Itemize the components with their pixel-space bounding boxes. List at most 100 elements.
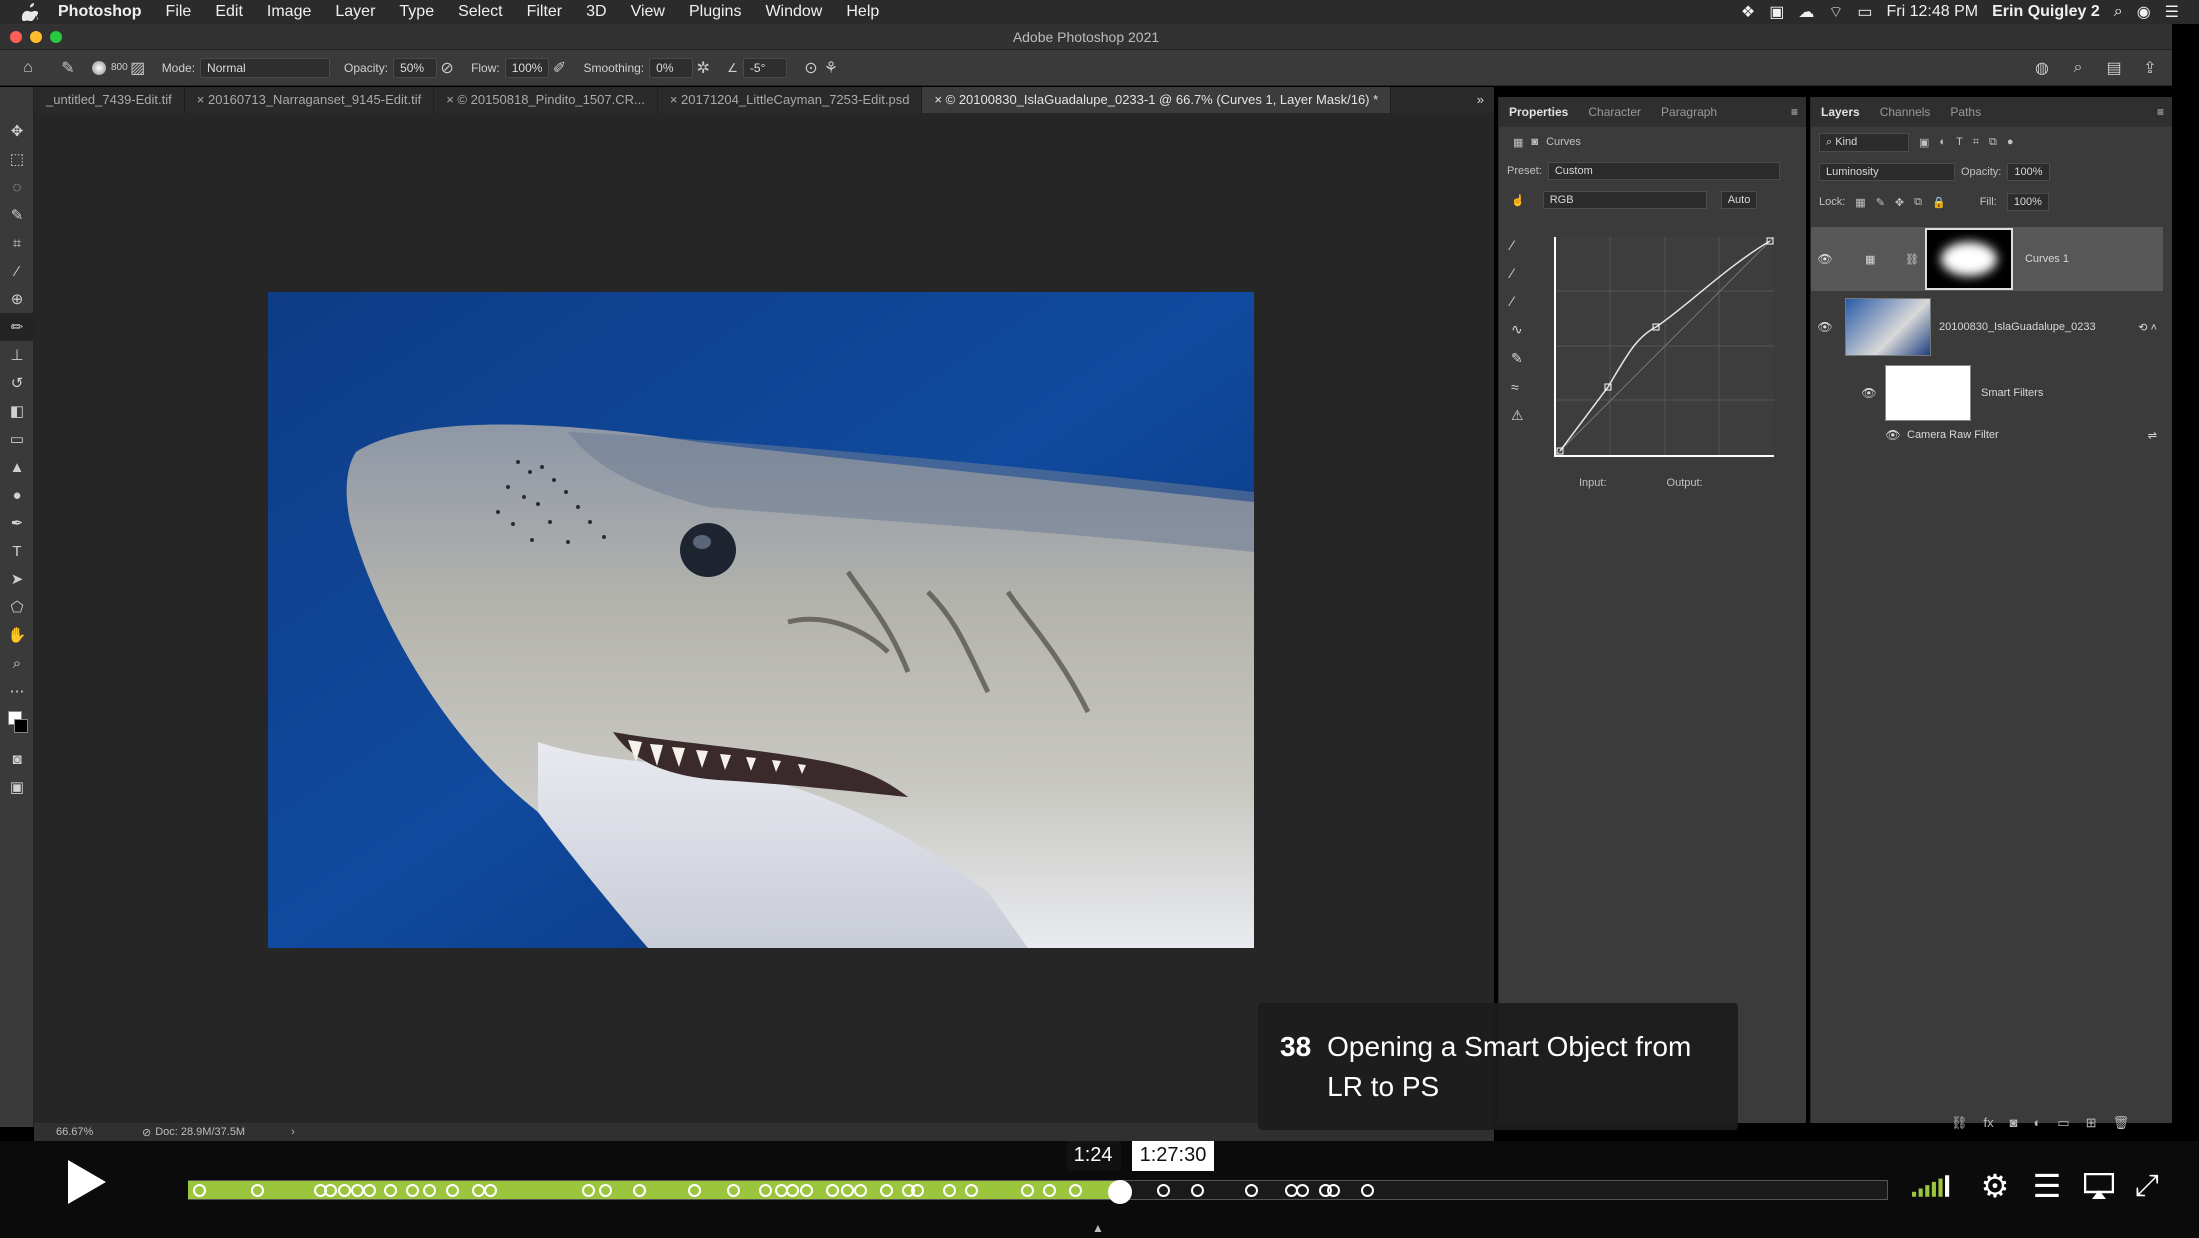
layer-row-curves[interactable]: 👁 ▦ ⛓ Curves 1 xyxy=(1811,227,2163,291)
apple-icon[interactable] xyxy=(22,3,38,21)
move-tool-icon[interactable]: ✥ xyxy=(0,117,34,145)
marquee-tool-icon[interactable]: ⬚ xyxy=(0,145,34,173)
doc-tab[interactable]: × 20171204_LittleCayman_7253-Edit.psd xyxy=(658,87,923,113)
tab-close-icon[interactable]: × xyxy=(197,92,208,107)
play-icon[interactable] xyxy=(60,1156,112,1208)
volume-icon[interactable] xyxy=(1912,1167,1950,1205)
panel-menu-icon[interactable]: ≡ xyxy=(2157,105,2172,119)
filter-pixel-icon[interactable]: ▣ xyxy=(1919,136,1929,149)
home-icon[interactable]: ⌂ xyxy=(18,58,38,78)
black-point-eyedropper-icon[interactable]: ⁄ xyxy=(1511,237,1524,253)
curves-graph[interactable] xyxy=(1554,236,1775,457)
eye-icon[interactable]: 👁 xyxy=(1883,428,1903,442)
tab-character[interactable]: Character xyxy=(1578,105,1651,119)
tab-close-icon[interactable]: × xyxy=(446,92,457,107)
white-point-eyedropper-icon[interactable]: ⁄ xyxy=(1511,293,1524,309)
link-layers-icon[interactable]: ⛓ xyxy=(1951,1115,1968,1131)
filter-type-icon[interactable]: T xyxy=(1956,136,1963,148)
chapter-marker[interactable] xyxy=(193,1184,207,1197)
fullscreen-icon[interactable]: ⤢ xyxy=(2128,1167,2166,1205)
adjustment-layer-icon[interactable]: ◐ xyxy=(2034,1115,2042,1131)
lock-paint-icon[interactable]: ✎ xyxy=(1876,196,1885,209)
menu-file[interactable]: File xyxy=(154,3,204,21)
gradient-tool-icon[interactable]: ▭ xyxy=(0,425,34,453)
brush-tool-icon[interactable]: ✏ xyxy=(0,313,34,341)
lasso-tool-icon[interactable]: ◌ xyxy=(0,173,34,201)
scrubber-handle[interactable] xyxy=(1107,1180,1132,1204)
pen-tool-icon[interactable]: ✒ xyxy=(0,509,34,537)
eye-icon[interactable]: 👁 xyxy=(1859,386,1879,400)
lock-all-icon[interactable]: 🔒 xyxy=(1932,196,1946,209)
search-icon[interactable]: ⌕ xyxy=(2114,3,2123,21)
siri-icon[interactable]: ◉ xyxy=(2137,2,2151,22)
panel-menu-icon[interactable]: ≡ xyxy=(1791,105,1806,119)
chapter-marker[interactable] xyxy=(1068,1184,1082,1197)
tab-channels[interactable]: Channels xyxy=(1870,105,1941,119)
zoom-tool-icon[interactable]: ⌕ xyxy=(0,649,34,677)
pressure-opacity-icon[interactable]: ⊘ xyxy=(437,58,457,78)
brush-settings-icon[interactable]: ▨ xyxy=(128,58,148,78)
stamp-tool-icon[interactable]: ⊥ xyxy=(0,341,34,369)
chapter-marker[interactable] xyxy=(1327,1184,1340,1197)
filter-toggle-icon[interactable]: ● xyxy=(2007,136,2014,148)
curve-pencil-icon[interactable]: ✎ xyxy=(1511,350,1524,367)
color-swatches[interactable] xyxy=(0,705,34,745)
quick-select-tool-icon[interactable]: ✎ xyxy=(0,201,34,229)
chapter-marker[interactable] xyxy=(1043,1184,1057,1197)
layer-row-smart-object[interactable]: 👁 20100830_IslaGuadalupe_0233 ⟲ ˄ xyxy=(1811,295,2163,359)
filter-options-icon[interactable]: ⇌ xyxy=(2148,429,2163,442)
user-name[interactable]: Erin Quigley 2 xyxy=(1992,3,2100,21)
type-tool-icon[interactable]: T xyxy=(0,537,34,565)
hand-tool-icon[interactable]: ✋ xyxy=(0,621,34,649)
chapter-marker[interactable] xyxy=(405,1184,419,1197)
chapter-marker[interactable] xyxy=(879,1184,893,1197)
chapter-marker[interactable] xyxy=(1021,1184,1034,1197)
dropbox-icon[interactable]: ❖ xyxy=(1741,2,1755,22)
wifi-icon[interactable]: ⌔ xyxy=(1828,2,1843,22)
delete-layer-icon[interactable]: 🗑 xyxy=(2113,1115,2130,1131)
flow-input[interactable]: 100% xyxy=(504,57,550,78)
chapter-marker[interactable] xyxy=(1361,1184,1374,1197)
smoothing-input[interactable]: 0% xyxy=(649,57,694,78)
menu-edit[interactable]: Edit xyxy=(203,3,255,21)
blend-mode-select[interactable]: Luminosity xyxy=(1819,163,1955,181)
menu-image[interactable]: Image xyxy=(255,3,323,21)
search-icon[interactable]: ⌕ xyxy=(2068,58,2088,78)
chapter-marker[interactable] xyxy=(800,1184,813,1197)
layer-filter-select[interactable]: ⌕ Kind xyxy=(1819,132,1909,152)
preset-select[interactable]: Custom xyxy=(1547,162,1780,180)
auto-button[interactable]: Auto xyxy=(1720,191,1758,209)
clock-text[interactable]: Fri 12:48 PM xyxy=(1887,3,1979,21)
layer-fx-icon[interactable]: fx xyxy=(1984,1115,1994,1131)
chapter-marker[interactable] xyxy=(324,1184,337,1197)
new-layer-icon[interactable]: ⊞ xyxy=(2086,1115,2097,1131)
menu-3d[interactable]: 3D xyxy=(574,3,618,21)
shark-photo[interactable] xyxy=(268,292,1254,948)
doc-tab[interactable]: _untitled_7439-Edit.tif xyxy=(34,87,185,113)
crop-tool-icon[interactable]: ⌗ xyxy=(0,229,34,257)
chapter-marker[interactable] xyxy=(825,1184,839,1197)
tab-layers[interactable]: Layers xyxy=(1811,105,1870,119)
chapter-marker[interactable] xyxy=(483,1184,497,1197)
chapter-marker[interactable] xyxy=(422,1184,436,1197)
app-menu[interactable]: Photoshop xyxy=(46,3,154,21)
mode-select[interactable]: Normal xyxy=(200,57,331,78)
brush-tool-icon[interactable]: ✎ xyxy=(58,58,78,78)
target-adjust-icon[interactable]: ☝ xyxy=(1511,194,1525,207)
eyedropper-tool-icon[interactable]: ⁄ xyxy=(0,257,34,285)
curve-point-icon[interactable]: ∿ xyxy=(1511,321,1524,338)
tab-properties[interactable]: Properties xyxy=(1499,105,1578,119)
symmetry-icon[interactable]: ⚘ xyxy=(821,58,841,78)
display-icon[interactable]: ▭ xyxy=(1857,2,1872,22)
status-app-icon[interactable]: ▣ xyxy=(1769,2,1784,22)
chapter-marker[interactable] xyxy=(1191,1184,1204,1197)
doc-tab[interactable]: × 20160713_Narraganset_9145-Edit.tif xyxy=(185,87,435,113)
doc-tab[interactable]: × © 20150818_Pindito_1507.CR... xyxy=(434,87,658,113)
filter-smart-icon[interactable]: ⧉ xyxy=(1989,136,1997,149)
chapter-marker[interactable] xyxy=(250,1184,264,1197)
eye-icon[interactable]: 👁 xyxy=(1815,252,1835,266)
layer-mask-icon[interactable]: ◙ xyxy=(1531,136,1538,148)
chapter-marker[interactable] xyxy=(337,1184,351,1197)
dodge-tool-icon[interactable]: ● xyxy=(0,481,34,509)
history-brush-tool-icon[interactable]: ↺ xyxy=(0,369,34,397)
